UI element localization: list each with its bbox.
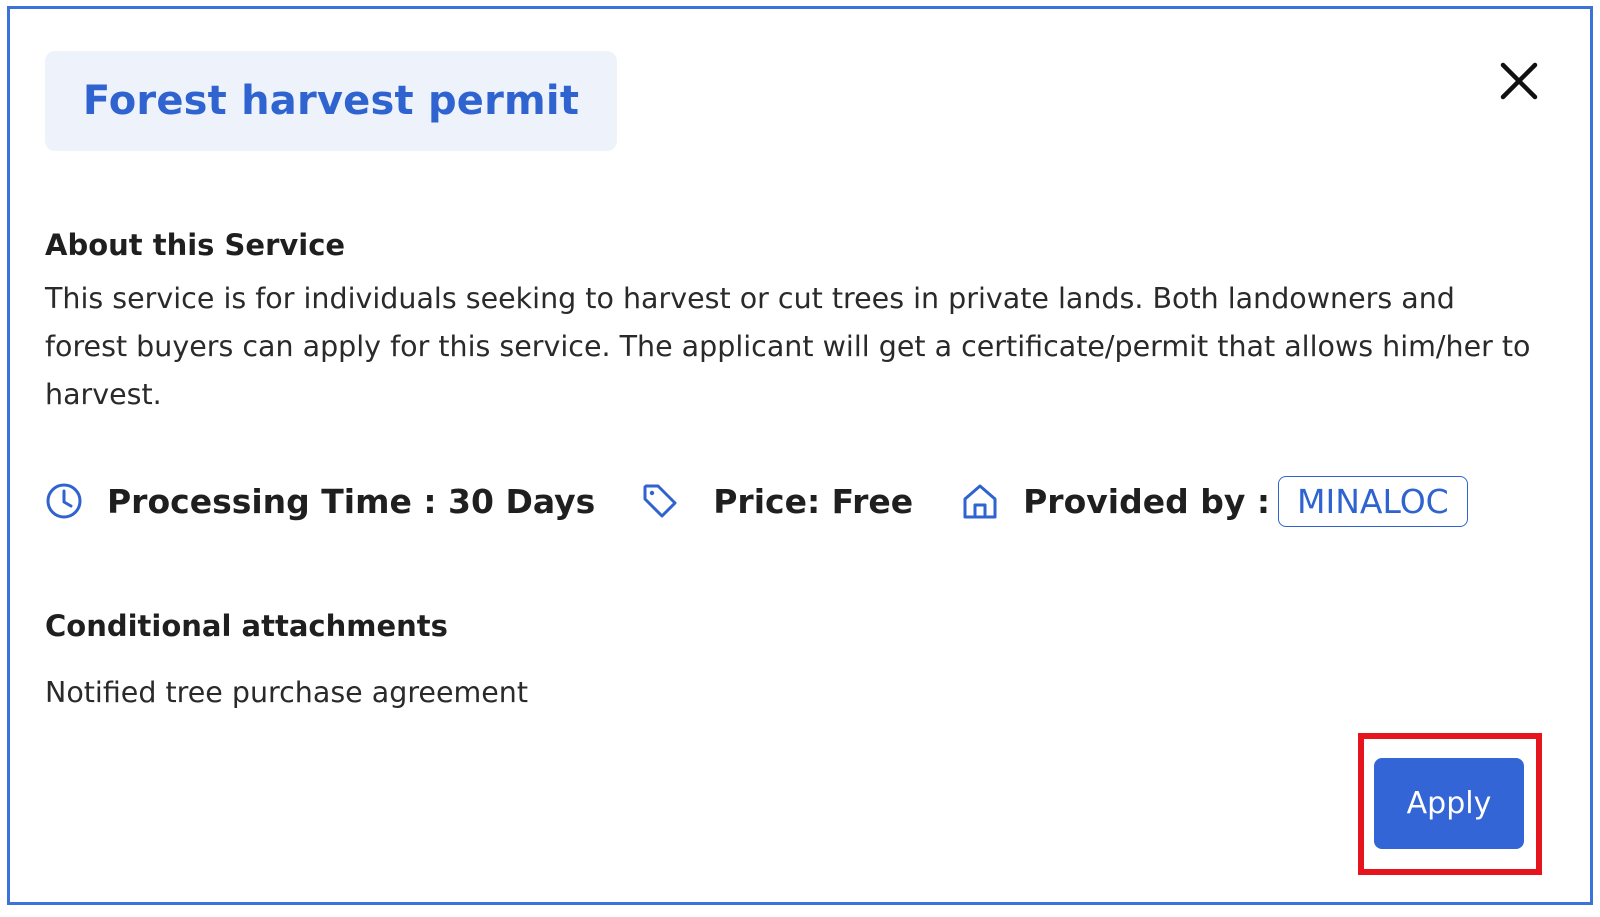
dialog-title: Forest harvest permit (82, 78, 580, 124)
processing-time: Processing Time : 30 Days (107, 481, 596, 521)
price: Price: Free (713, 481, 914, 521)
home-icon (961, 482, 999, 520)
service-meta-row: Processing Time : 30 Days Price: Free Pr… (45, 472, 1468, 530)
provider-badge[interactable]: MINALOC (1278, 475, 1468, 527)
tag-icon (641, 482, 679, 520)
service-dialog: Forest harvest permit About this Service… (7, 6, 1593, 905)
attachments-heading: Conditional attachments (45, 609, 448, 643)
attachment-item: Notified tree purchase agreement (45, 676, 529, 709)
service-description: This service is for individuals seeking … (45, 282, 1531, 411)
provided-by-label: Provided by : (1023, 481, 1271, 521)
about-heading: About this Service (45, 228, 346, 262)
clock-icon (45, 482, 83, 520)
close-icon[interactable] (1495, 57, 1543, 105)
title-badge: Forest harvest permit (45, 51, 617, 151)
apply-button[interactable]: Apply (1374, 758, 1524, 849)
